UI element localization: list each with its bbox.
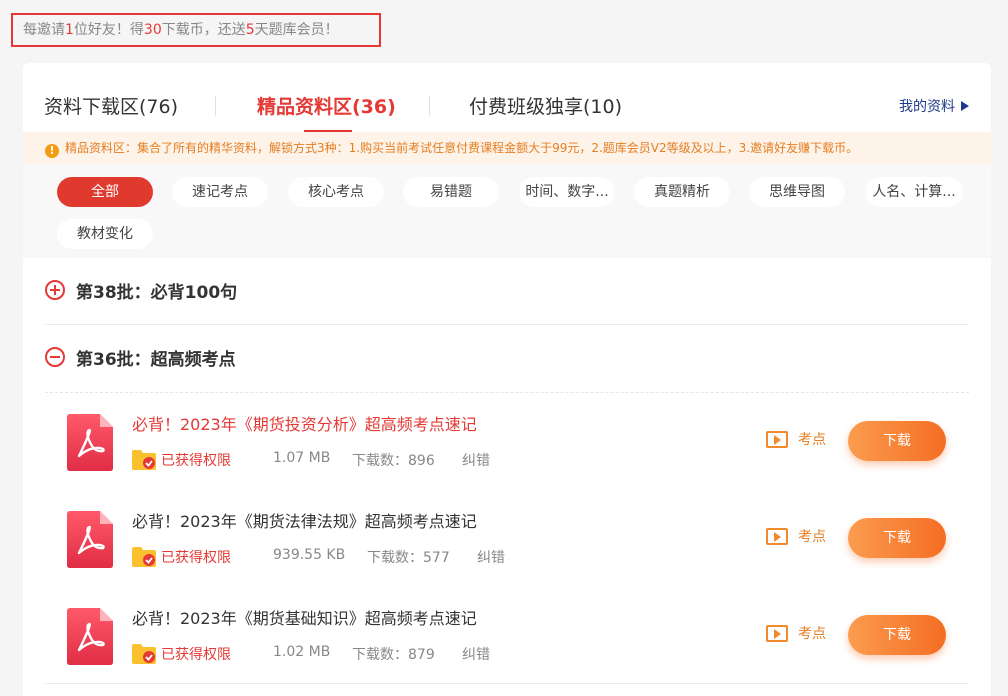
play-icon (766, 431, 788, 448)
file-size: 1.07 MB (273, 450, 331, 466)
invite-text-4: 天题库会员！ (254, 22, 339, 38)
tab-divider (215, 96, 216, 116)
tab-paid-class[interactable]: 付费班级独享(10) (469, 92, 622, 119)
batch-title: 第36批：超高频考点 (76, 350, 236, 370)
notice-text: 精品资料区：集合了所有的精华资料，解锁方式3种：1.购买当前考试任意付费课程金额… (65, 141, 859, 155)
filter-chip-core-points[interactable]: 核心考点 (288, 177, 384, 207)
filter-chip-past-exams[interactable]: 真题精析 (634, 177, 730, 207)
invite-member-days: 5 (245, 22, 255, 38)
file-size: 1.02 MB (273, 644, 331, 660)
play-icon (766, 625, 788, 642)
batch-title: 第38批：必背100句 (76, 283, 238, 303)
invite-text-3: 下载币，还送 (161, 22, 246, 38)
pdf-file-icon (67, 608, 113, 665)
file-size: 939.55 KB (273, 547, 346, 563)
filter-chip-time-numbers[interactable]: 时间、数字... (519, 177, 615, 207)
list-item: 必背！2023年《期货法律法规》超高频考点速记 已获得权限 939.55 KB … (45, 490, 969, 587)
list-item: 必背！2023年《期货投资分析》超高频考点速记 已获得权限 1.07 MB 下载… (45, 393, 969, 490)
key-points-label: 考点 (798, 432, 826, 448)
filter-chip-textbook-changes[interactable]: 教材变化 (57, 219, 153, 249)
tab-premium-zone[interactable]: 精品资料区(36) (257, 92, 396, 119)
report-error-link[interactable]: 纠错 (462, 644, 490, 664)
download-button[interactable]: 下载 (848, 518, 946, 558)
batch-38[interactable]: 第38批：必背100句 (45, 258, 969, 324)
key-points-label: 考点 (798, 529, 826, 545)
filter-chip-error-prone[interactable]: 易错题 (403, 177, 499, 207)
minus-circle-icon[interactable] (45, 347, 65, 367)
key-points-link[interactable]: 考点 (766, 623, 826, 643)
invite-coin-count: 30 (143, 22, 162, 38)
permission-status: 已获得权限 (161, 453, 231, 469)
download-count: 下载数：879 (352, 647, 435, 663)
file-title-link[interactable]: 必背！2023年《期货基础知识》超高频考点速记 (132, 605, 477, 629)
info-icon: ! (45, 144, 59, 158)
pdf-file-icon (67, 414, 113, 471)
invite-banner: 每邀请1位好友！得30下载币，还送5天题库会员！ (11, 13, 381, 47)
folder-check-icon (132, 450, 156, 470)
tab-download-zone[interactable]: 资料下载区(76) (44, 92, 178, 119)
report-error-link[interactable]: 纠错 (462, 450, 490, 470)
play-icon (766, 528, 788, 545)
batch-36[interactable]: 第36批：超高频考点 (45, 325, 969, 391)
pdf-file-icon (67, 511, 113, 568)
my-resources-link[interactable]: 我的资料 (899, 96, 969, 116)
resource-card: 资料下载区(76) 精品资料区(36) 付费班级独享(10) 我的资料 ! 精品资… (23, 63, 991, 696)
invite-friend-count: 1 (65, 22, 74, 38)
key-points-link[interactable]: 考点 (766, 429, 826, 449)
download-button[interactable]: 下载 (848, 615, 946, 655)
filter-chip-names-calc[interactable]: 人名、计算... (865, 177, 963, 207)
permission-status: 已获得权限 (161, 550, 231, 566)
plus-circle-icon[interactable] (45, 280, 65, 300)
file-title-link[interactable]: 必背！2023年《期货投资分析》超高频考点速记 (132, 411, 477, 435)
filter-chips: 全部 速记考点 核心考点 易错题 时间、数字... 真题精析 思维导图 人名、计… (23, 164, 991, 258)
list-item: 必背！2023年《期货基础知识》超高频考点速记 已获得权限 1.02 MB 下载… (45, 587, 969, 684)
download-count: 下载数：896 (352, 453, 435, 469)
tab-divider (429, 96, 430, 116)
my-resources-label: 我的资料 (899, 99, 955, 115)
folder-check-icon (132, 547, 156, 567)
filter-chip-quick-notes[interactable]: 速记考点 (172, 177, 268, 207)
key-points-label: 考点 (798, 626, 826, 642)
tab-bar: 资料下载区(76) 精品资料区(36) 付费班级独享(10) 我的资料 (23, 63, 991, 132)
download-count: 下载数：577 (367, 550, 450, 566)
report-error-link[interactable]: 纠错 (477, 547, 505, 567)
filter-chip-mind-map[interactable]: 思维导图 (749, 177, 845, 207)
filter-chip-all[interactable]: 全部 (57, 177, 153, 207)
download-button[interactable]: 下载 (848, 421, 946, 461)
key-points-link[interactable]: 考点 (766, 526, 826, 546)
triangle-right-icon (961, 101, 969, 111)
section-divider (45, 683, 969, 684)
file-title-link[interactable]: 必背！2023年《期货法律法规》超高频考点速记 (132, 508, 477, 532)
invite-text-1: 每邀请 (23, 22, 65, 38)
invite-text-2: 位好友！得 (73, 22, 144, 38)
folder-check-icon (132, 644, 156, 664)
notice-bar: ! 精品资料区：集合了所有的精华资料，解锁方式3种：1.购买当前考试任意付费课程金… (23, 132, 991, 164)
permission-status: 已获得权限 (161, 647, 231, 663)
